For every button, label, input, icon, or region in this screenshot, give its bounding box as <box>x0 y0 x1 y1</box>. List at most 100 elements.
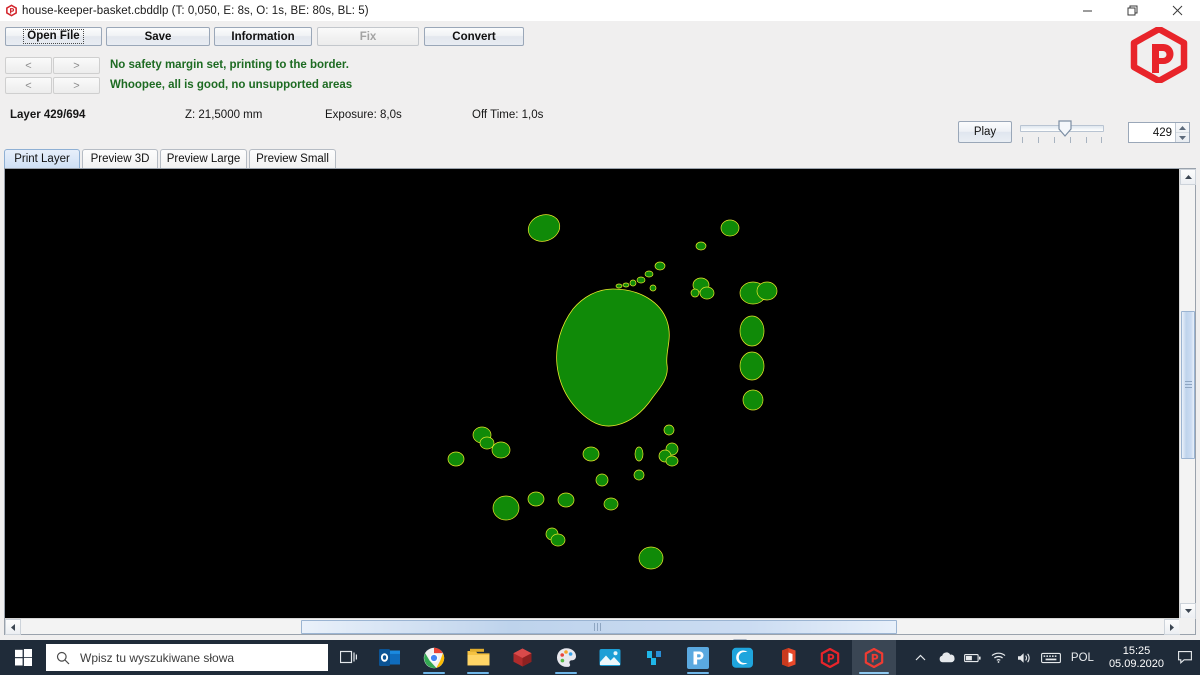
clock-time: 15:25 <box>1122 644 1151 657</box>
fix-label: Fix <box>359 30 377 43</box>
layer-blob <box>638 546 664 570</box>
layer-slider-thumb[interactable] <box>1058 120 1072 137</box>
issue-prev-label: < <box>25 79 32 92</box>
tab-print-layer[interactable]: Print Layer <box>4 149 80 168</box>
layer-blob <box>629 279 637 287</box>
preview-panel <box>4 168 1196 635</box>
prusaslicer-icon[interactable] <box>676 640 720 675</box>
uvtools-application-window: house-keeper-basket.cbddlp (T: 0,050, E:… <box>0 0 1200 675</box>
layer-slider-ticks <box>1020 137 1104 144</box>
system-tray: POL 15:25 05.09.2020 <box>908 640 1200 675</box>
scroll-up-icon[interactable] <box>1180 169 1196 185</box>
layer-blob <box>527 214 561 242</box>
layer-blob <box>491 441 511 459</box>
open-file-label: Open File <box>23 29 84 44</box>
margin-next-label: > <box>73 59 80 72</box>
wifi-icon[interactable] <box>986 640 1012 675</box>
scroll-down-icon[interactable] <box>1180 603 1196 619</box>
minimize-button[interactable] <box>1065 0 1110 21</box>
battery-icon[interactable] <box>960 640 986 675</box>
layer-blob <box>690 288 700 298</box>
uvtools-window-icon[interactable] <box>852 640 896 675</box>
convert-button[interactable]: Convert <box>424 27 524 46</box>
uvtools-icon[interactable] <box>808 640 852 675</box>
file-explorer-icon[interactable] <box>456 640 500 675</box>
issue-prev-button[interactable]: < <box>5 77 52 94</box>
tab-preview-large[interactable]: Preview Large <box>160 149 247 168</box>
spin-up-icon[interactable] <box>1176 123 1189 133</box>
paint-3d-icon[interactable] <box>544 640 588 675</box>
outlook-icon[interactable] <box>368 640 412 675</box>
tab-preview-small[interactable]: Preview Small <box>249 149 336 168</box>
tab-preview-small-label: Preview Small <box>256 153 329 165</box>
office-icon[interactable] <box>764 640 808 675</box>
action-center-icon[interactable] <box>1172 640 1198 675</box>
layer-blob <box>636 276 646 284</box>
horizontal-scrollbar[interactable] <box>5 618 1180 635</box>
keyboard-icon[interactable] <box>1038 640 1064 675</box>
fix-button: Fix <box>317 27 419 46</box>
safety-margin-message: No safety margin set, printing to the bo… <box>110 59 349 71</box>
layer-blob <box>634 446 644 462</box>
onedrive-icon[interactable] <box>934 640 960 675</box>
restore-button[interactable] <box>1110 0 1155 21</box>
play-label: Play <box>973 126 997 138</box>
layer-number-input[interactable]: 429 <box>1128 122 1190 143</box>
search-input[interactable]: Wpisz tu wyszukiwane słowa <box>80 651 234 665</box>
scroll-right-icon[interactable] <box>1164 619 1180 635</box>
search-icon <box>46 651 80 665</box>
layer-spin-arrows[interactable] <box>1175 123 1189 142</box>
print-layer-preview[interactable] <box>5 169 1180 619</box>
uvtools-logo-icon <box>1128 25 1190 85</box>
show-hidden-icons-icon[interactable] <box>908 640 934 675</box>
margin-next-button[interactable]: > <box>53 57 100 74</box>
3d-viewer-icon[interactable] <box>500 640 544 675</box>
main-toolbar: Open File Save Information Fix Convert <box>0 27 1200 51</box>
language-indicator[interactable]: POL <box>1064 652 1101 664</box>
tab-preview-large-label: Preview Large <box>166 153 241 165</box>
information-label: Information <box>231 30 295 43</box>
layer-number-value[interactable]: 429 <box>1129 123 1175 142</box>
volume-icon[interactable] <box>1012 640 1038 675</box>
scrollbar-corner <box>1179 618 1195 634</box>
layer-blob <box>595 473 609 487</box>
layer-blob <box>615 283 623 289</box>
chitubox-icon[interactable] <box>632 640 676 675</box>
convert-label: Convert <box>452 30 496 43</box>
layer-indicator: Layer 429/694 <box>10 109 86 121</box>
title-bar: house-keeper-basket.cbddlp (T: 0,050, E:… <box>0 0 1200 22</box>
vertical-scrollbar[interactable] <box>1179 169 1196 619</box>
taskbar-clock[interactable]: 15:25 05.09.2020 <box>1101 640 1172 675</box>
layer-blob <box>582 446 600 462</box>
layer-blob <box>699 286 715 300</box>
layer-blob <box>633 469 645 481</box>
play-button[interactable]: Play <box>958 121 1012 143</box>
layer-blob-main <box>556 288 670 427</box>
windows-start-icon[interactable] <box>0 640 46 675</box>
tab-print-layer-label: Print Layer <box>14 153 70 165</box>
layer-blob <box>550 533 566 547</box>
layer-blob <box>649 284 657 292</box>
open-file-button[interactable]: Open File <box>5 27 102 46</box>
chrome-icon[interactable] <box>412 640 456 675</box>
margin-prev-button[interactable]: < <box>5 57 52 74</box>
save-button[interactable]: Save <box>106 27 210 46</box>
save-label: Save <box>144 30 172 43</box>
tab-preview-3d[interactable]: Preview 3D <box>82 149 158 168</box>
window-title: house-keeper-basket.cbddlp (T: 0,050, E:… <box>22 4 369 17</box>
layer-blob <box>720 219 740 237</box>
spin-down-icon[interactable] <box>1176 133 1189 142</box>
off-time: Off Time: 1,0s <box>472 109 544 121</box>
layer-blob <box>447 451 465 467</box>
layer-blob <box>654 261 666 271</box>
close-button[interactable] <box>1155 0 1200 21</box>
cura-icon[interactable] <box>720 640 764 675</box>
photos-icon[interactable] <box>588 640 632 675</box>
information-button[interactable]: Information <box>214 27 312 46</box>
search-box[interactable]: Wpisz tu wyszukiwane słowa <box>46 644 328 671</box>
layer-slider[interactable] <box>1020 119 1104 145</box>
scroll-left-icon[interactable] <box>5 619 21 635</box>
issue-next-button[interactable]: > <box>53 77 100 94</box>
task-view-icon[interactable] <box>328 640 368 675</box>
issues-message: Whoopee, all is good, no unsupported are… <box>110 79 353 91</box>
